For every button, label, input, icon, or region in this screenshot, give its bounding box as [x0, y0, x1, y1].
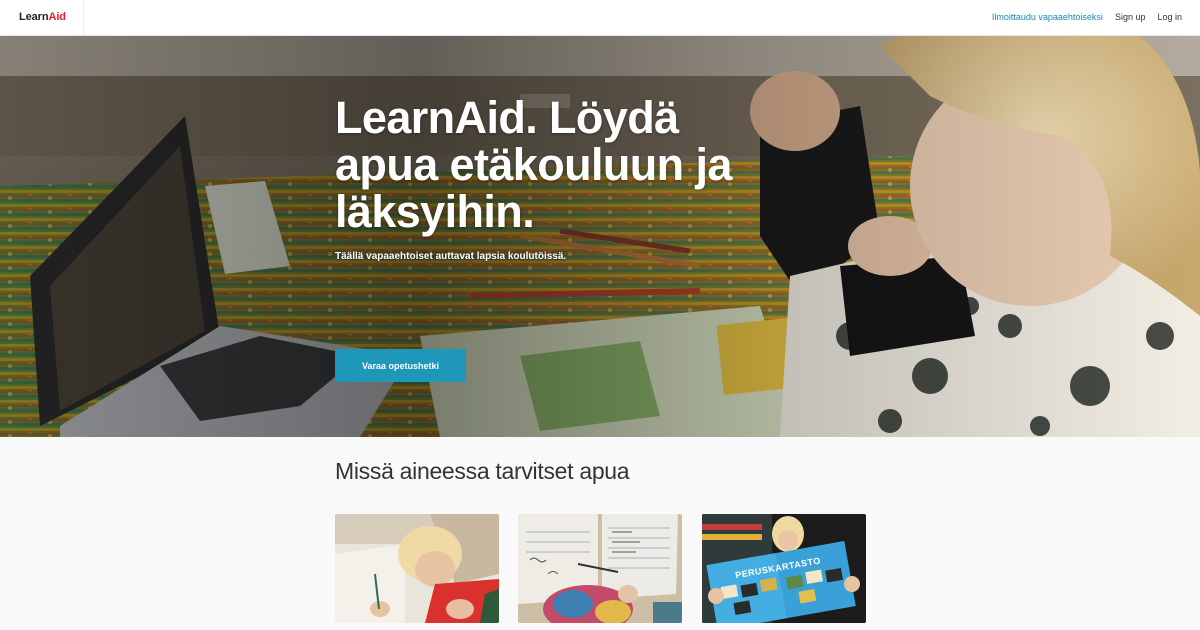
subject-card-2[interactable] — [518, 514, 682, 623]
subject-card-1[interactable] — [335, 514, 499, 623]
hero-section: LearnAid. Löydä apua etäkouluun ja läksy… — [0, 36, 1200, 437]
hero-subtitle: Täällä vapaaehtoiset auttavat lapsia kou… — [335, 251, 567, 262]
child-writing-photo — [335, 514, 499, 623]
child-reading-atlas-photo: PERUSKARTASTO — [702, 514, 866, 623]
subjects-section-title: Missä aineessa tarvitset apua — [335, 458, 630, 484]
logo-part-aid: Aid — [48, 11, 66, 23]
logo-part-learn: Learn — [19, 11, 49, 23]
subject-card-3[interactable]: PERUSKARTASTO — [702, 514, 866, 623]
volunteer-signup-link[interactable]: Ilmoittaudu vapaaehtoiseksi — [992, 12, 1103, 22]
learnaid-logo[interactable]: LearnAid — [19, 11, 66, 23]
hero-title: LearnAid. Löydä apua etäkouluun ja läksy… — [335, 92, 732, 237]
book-session-button[interactable]: Varaa opetushetki — [335, 349, 466, 382]
notebook-homework-photo — [518, 514, 682, 623]
top-navbar: LearnAid Ilmoittaudu vapaaehtoiseksi Sig… — [0, 0, 1200, 36]
logo-cell: LearnAid — [0, 0, 84, 36]
log-in-link[interactable]: Log in — [1157, 12, 1182, 22]
main-nav: Ilmoittaudu vapaaehtoiseksi Sign up Log … — [992, 12, 1182, 22]
hero-content: LearnAid. Löydä apua etäkouluun ja läksy… — [335, 94, 755, 262]
sign-up-link[interactable]: Sign up — [1115, 12, 1146, 22]
